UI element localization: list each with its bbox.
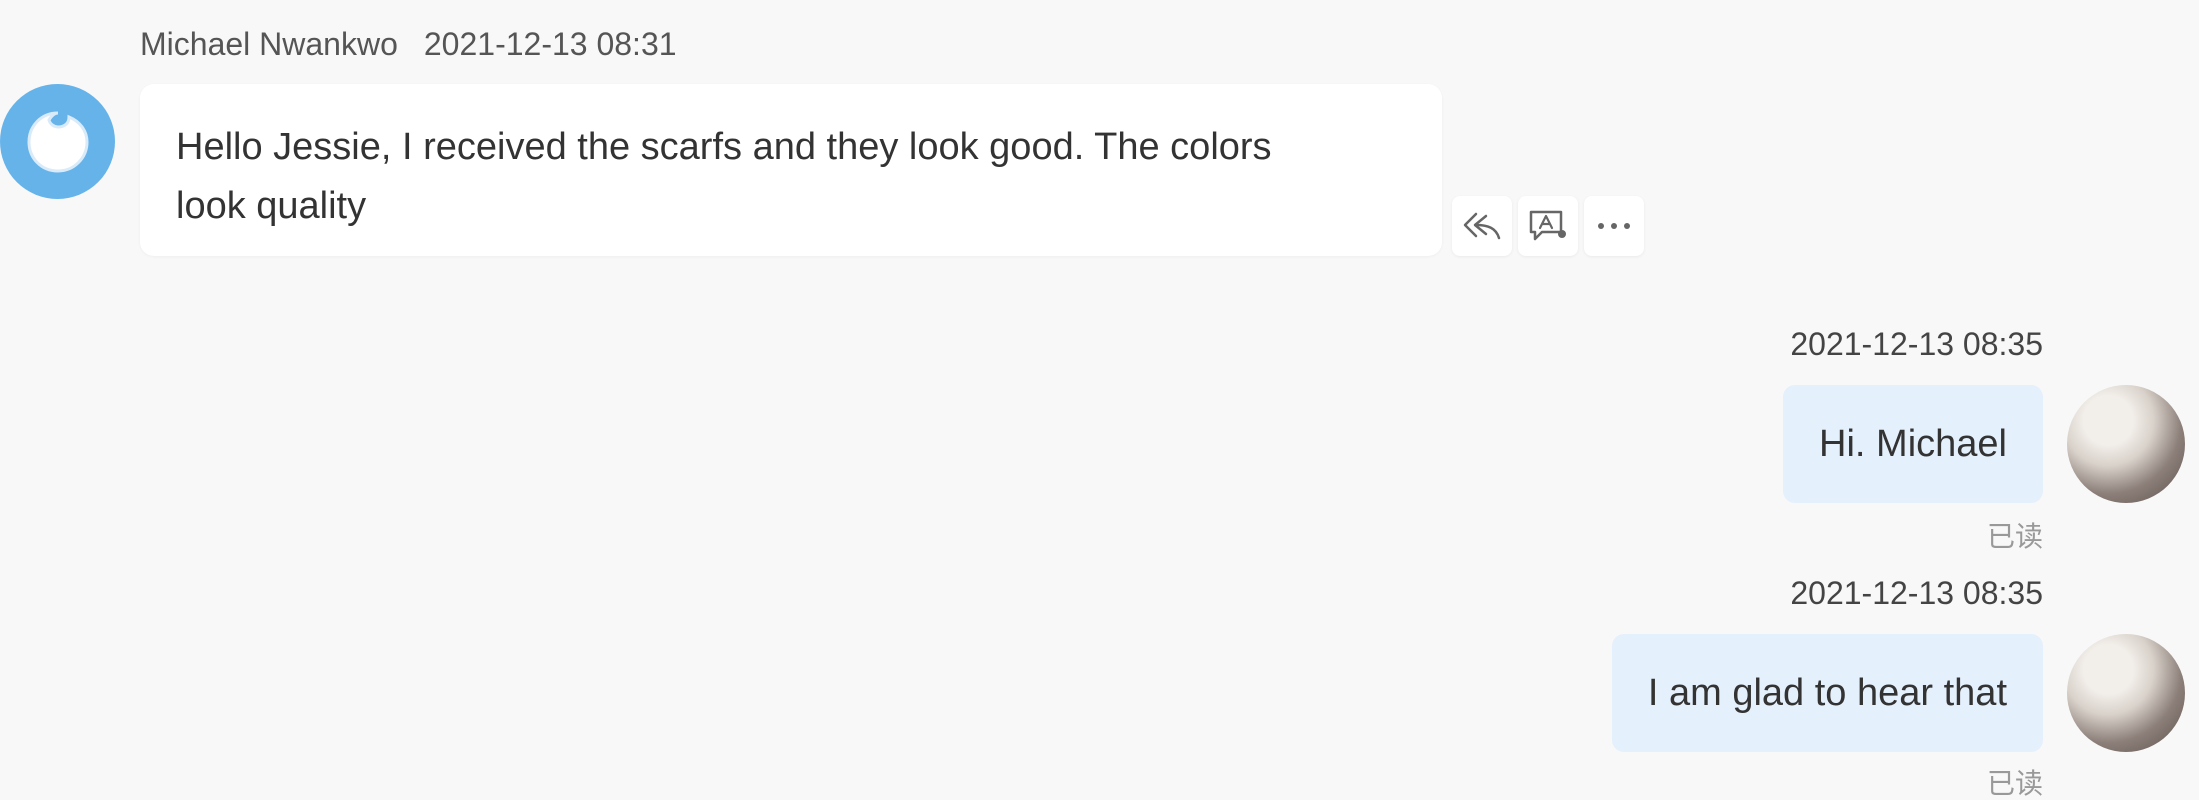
read-status: 已读 <box>1986 768 2043 799</box>
incoming-message-bubble: Hello Jessie, I received the scarfs and … <box>140 84 1442 256</box>
message-text: Hi. Michael <box>1819 422 2007 465</box>
outgoing-message-bubble: I am glad to hear that <box>1611 634 2043 752</box>
message-time: 2021-12-13 08:35 <box>1790 575 2043 611</box>
message-actions <box>1452 196 1644 256</box>
more-button[interactable] <box>1584 196 1644 256</box>
translate-icon <box>1529 210 1566 241</box>
translate-button[interactable] <box>1518 196 1578 256</box>
outgoing-message-bubble: Hi. Michael <box>1783 385 2043 503</box>
more-icon <box>1598 223 1630 229</box>
message-text-line: Hello Jessie, I received the scarfs and … <box>176 126 1272 168</box>
message-time: 2021-12-13 08:35 <box>1790 326 2043 362</box>
message-time: 2021-12-13 08:31 <box>423 26 677 62</box>
message-text-line: look quality <box>176 185 367 227</box>
user-avatar[interactable] <box>2067 385 2185 503</box>
sender-name: Michael Nwankwo <box>140 26 398 62</box>
sender-avatar[interactable] <box>0 84 115 199</box>
message-text: I am glad to hear that <box>1647 671 2007 714</box>
user-avatar[interactable] <box>2067 634 2185 752</box>
read-status: 已读 <box>1986 521 2043 552</box>
reply-icon <box>1463 212 1501 240</box>
reply-button[interactable] <box>1452 196 1512 256</box>
message-meta: Michael Nwankwo 2021-12-13 08:31 <box>140 26 677 63</box>
chat-bubble-avatar-icon <box>26 111 89 173</box>
